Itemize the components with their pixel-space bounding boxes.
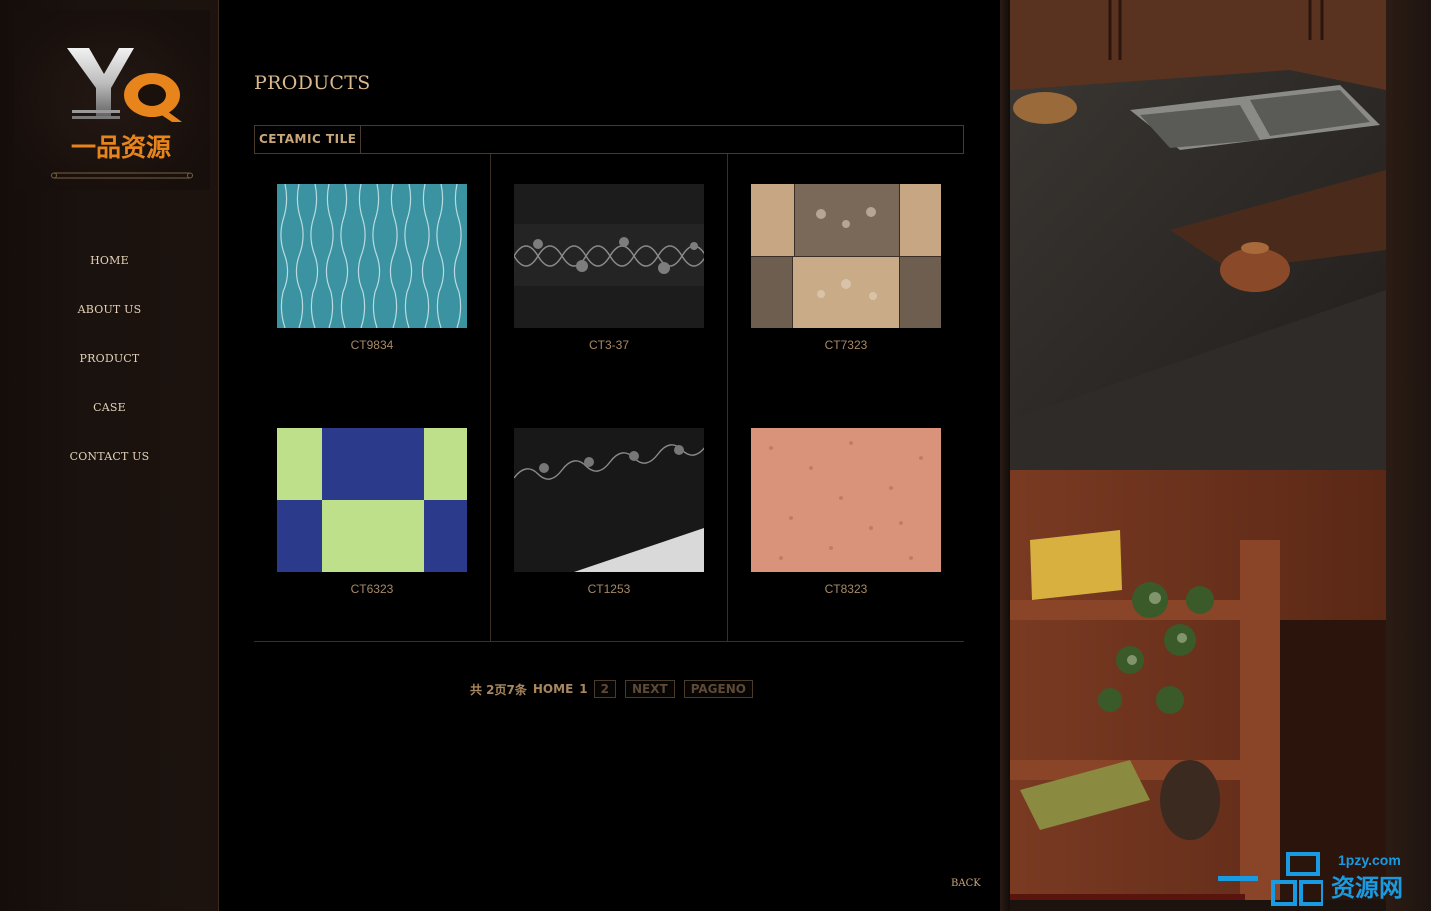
product-card: CT6323	[254, 398, 490, 642]
pagination-page-2[interactable]: 2	[593, 680, 616, 698]
watermark-url: 1pzy.com	[1338, 852, 1401, 868]
product-code[interactable]: CT6323	[254, 582, 490, 596]
nav-item-about-us[interactable]: ABOUT US	[0, 297, 219, 346]
back-link[interactable]: BACK	[951, 878, 981, 889]
watermark-logo-icon	[1218, 852, 1323, 906]
watermark-cn-text: 资源网	[1331, 874, 1403, 902]
beige-brown-patchwork-tile-image[interactable]	[751, 184, 941, 328]
pagination-home-link[interactable]: HOME	[533, 682, 573, 696]
nav-item-home[interactable]: HOME	[0, 248, 219, 297]
main-nav: HOME ABOUT US PRODUCT CASE CONTACT US	[0, 248, 219, 493]
product-code[interactable]: CT1253	[491, 582, 727, 596]
product-card: CT1253	[491, 398, 727, 642]
product-card: CT7323	[728, 154, 964, 398]
nav-item-contact-us[interactable]: CONTACT US	[0, 444, 219, 493]
product-code[interactable]: CT3-37	[491, 338, 727, 352]
watermark: 1pzy.com 资源网	[1213, 846, 1431, 911]
pagination-pageno-button[interactable]: PAGENO	[683, 680, 753, 698]
main-content: PRODUCTS CETAMIC TILE CT9834 CT3-37 CT73…	[220, 0, 1000, 911]
decorative-photo-panel	[1000, 0, 1431, 911]
logo[interactable]: 一品资源	[14, 10, 210, 190]
page-title: PRODUCTS	[254, 72, 371, 94]
product-code[interactable]: CT7323	[728, 338, 964, 352]
product-grid: CT9834 CT3-37 CT7323 CT6323 CT1253 CT832…	[254, 154, 964, 642]
product-code[interactable]: CT9834	[254, 338, 490, 352]
pagination-current-page: 1	[579, 682, 588, 696]
pagination: 共 2页7条 HOME 1 2 NEXT PAGENO	[470, 679, 762, 699]
pagination-next-button[interactable]: NEXT	[625, 680, 675, 698]
yq-logo-icon: 一品资源	[51, 48, 193, 179]
kitchen-photo-image	[1010, 0, 1386, 900]
sidebar: 一品资源 HOME ABOUT US PRODUCT CASE CONTACT …	[0, 0, 219, 911]
pagination-summary: 共 2页7条	[470, 682, 527, 697]
nav-item-product[interactable]: PRODUCT	[0, 346, 219, 395]
nav-item-case[interactable]: CASE	[0, 395, 219, 444]
logo-cn-text: 一品资源	[71, 133, 171, 162]
pink-granite-tile-image[interactable]	[751, 428, 941, 572]
category-bar: CETAMIC TILE	[254, 125, 964, 154]
kitchen-photo	[1010, 0, 1386, 900]
product-card: CT8323	[728, 398, 964, 642]
product-code[interactable]: CT8323	[728, 582, 964, 596]
product-card: CT3-37	[491, 154, 727, 398]
black-floral-border-tile-image[interactable]	[514, 184, 704, 328]
blue-wavy-tile-image[interactable]	[277, 184, 467, 328]
black-floral-floor-tile-image[interactable]	[514, 428, 704, 572]
product-card: CT9834	[254, 154, 490, 398]
green-blue-checker-tile-image[interactable]	[277, 428, 467, 572]
category-tab-ceramic-tile[interactable]: CETAMIC TILE	[255, 126, 362, 153]
